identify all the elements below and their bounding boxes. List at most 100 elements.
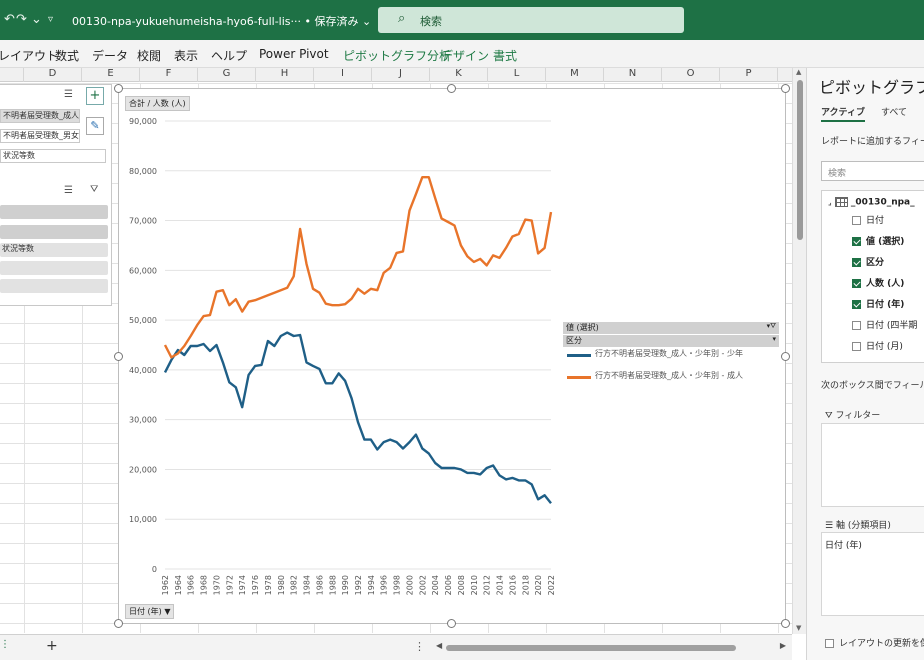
resize-handle[interactable] xyxy=(781,619,790,628)
y-tick-label: 60,000 xyxy=(129,266,157,275)
field-date-year[interactable]: 日付 (年) xyxy=(852,297,904,310)
checkbox[interactable] xyxy=(852,321,861,330)
field-bar[interactable] xyxy=(0,279,108,293)
column-header-j[interactable]: J xyxy=(372,68,430,82)
document-title[interactable]: 00130-npa-yukuehumeisha-hyo6-full-lis···… xyxy=(72,13,371,29)
sheet-tab-marker[interactable]: ⋮ xyxy=(0,639,10,650)
column-header-n[interactable]: N xyxy=(604,68,662,82)
list-icon[interactable]: ☰ xyxy=(64,89,73,100)
field-date-month[interactable]: 日付 (月) xyxy=(852,339,903,352)
pivot-chart[interactable]: 0 10,000 20,000 30,000 40,000 50,000 60,000 70,… xyxy=(118,88,786,624)
column-header-f[interactable]: F xyxy=(140,68,198,82)
axis-field-chip[interactable]: 日付 (年) xyxy=(825,538,862,551)
menu-design[interactable]: デザイン xyxy=(441,47,489,64)
filter-drop-area[interactable] xyxy=(821,423,924,507)
axis-field-button[interactable]: 日付 (年) ▼ xyxy=(125,604,175,619)
pane-title: ピボットグラフの xyxy=(819,78,924,97)
list-icon[interactable]: ☰ xyxy=(64,185,73,196)
scroll-left-icon[interactable]: ◀ xyxy=(436,641,442,650)
x-tick-label: 1976 xyxy=(251,575,260,595)
collapse-icon[interactable]: ⌟ xyxy=(828,198,832,207)
y-tick-label: 50,000 xyxy=(129,316,157,325)
column-header-g[interactable]: G xyxy=(198,68,256,82)
column-header-k[interactable]: K xyxy=(430,68,488,82)
legend-filter-value[interactable]: 値 (選択) ▾⛛ xyxy=(563,322,779,334)
checkbox-checked[interactable] xyxy=(852,258,861,267)
menu-formulas[interactable]: 数式 xyxy=(55,47,79,64)
checkbox[interactable] xyxy=(852,216,861,225)
quick-access-more-icon[interactable]: ▿ xyxy=(48,14,53,25)
field-count[interactable]: 人数 (人) xyxy=(852,276,904,289)
x-tick-label: 1970 xyxy=(212,575,221,595)
table-node[interactable]: ⌟ _00130_npa_ xyxy=(828,197,915,208)
scroll-thumb[interactable] xyxy=(446,645,736,651)
field-date-quarter[interactable]: 日付 (四半期 xyxy=(852,318,917,331)
column-header-i[interactable]: I xyxy=(314,68,372,82)
checkbox[interactable] xyxy=(852,342,861,351)
filter-dropdown-icon[interactable]: ▾⛛ xyxy=(767,322,776,331)
field-category[interactable]: 区分 xyxy=(852,255,884,268)
field-row[interactable]: 状況等数 xyxy=(0,149,106,163)
search-box[interactable]: ⌕ 検索 xyxy=(378,7,684,33)
defer-layout-update[interactable]: レイアウトの更新を保 xyxy=(825,636,924,649)
menu-format[interactable]: 書式 xyxy=(493,47,517,64)
field-value-select[interactable]: 値 (選択) xyxy=(852,234,904,247)
resize-handle[interactable] xyxy=(114,84,123,93)
resize-handle[interactable] xyxy=(447,84,456,93)
column-header-l[interactable]: L xyxy=(488,68,546,82)
menu-layout[interactable]: レイアウト xyxy=(0,47,58,64)
add-sheet-button[interactable]: + xyxy=(46,638,58,654)
field-row[interactable]: 不明者届受理数_男女別 xyxy=(0,129,80,143)
menu-power-pivot[interactable]: Power Pivot xyxy=(259,47,329,61)
tab-all[interactable]: すべて xyxy=(881,105,907,118)
menu-review[interactable]: 校閲 xyxy=(137,47,161,64)
resize-handle[interactable] xyxy=(447,619,456,628)
field-label: 日付 xyxy=(866,216,885,226)
add-icon[interactable]: + xyxy=(86,87,104,105)
more-options-icon[interactable]: ⋮ xyxy=(414,640,425,653)
horizontal-scrollbar[interactable]: ◀ ▶ xyxy=(436,641,786,653)
scroll-up-icon[interactable]: ▲ xyxy=(796,68,801,76)
menu-pivotchart-analyze[interactable]: ピボットグラフ分析 xyxy=(343,47,451,64)
checkbox-checked[interactable] xyxy=(852,300,861,309)
field-date[interactable]: 日付 xyxy=(852,213,884,226)
value-field-button[interactable]: 合計 / 人数 (人) xyxy=(125,96,190,111)
menu-view[interactable]: 表示 xyxy=(174,47,198,64)
menu-help[interactable]: ヘルプ xyxy=(211,47,247,64)
tab-active[interactable]: アクティブ xyxy=(821,105,866,122)
field-bar[interactable] xyxy=(0,261,108,275)
checkbox-checked[interactable] xyxy=(852,237,861,246)
legend-filter-category[interactable]: 区分 ▾ xyxy=(563,335,779,347)
resize-handle[interactable] xyxy=(781,84,790,93)
legend-item-youth[interactable]: 行方不明者届受理数_成人・少年別 - 少年 xyxy=(563,348,779,362)
scroll-thumb[interactable] xyxy=(797,80,803,240)
legend-swatch xyxy=(567,376,591,379)
checkbox[interactable] xyxy=(825,639,834,648)
menu-data[interactable]: データ xyxy=(92,47,128,64)
vertical-scrollbar[interactable]: ▲ ▼ xyxy=(792,68,806,634)
column-header-d[interactable]: D xyxy=(24,68,82,82)
dropdown-icon[interactable]: ▾ xyxy=(772,335,776,343)
column-header-e[interactable]: E xyxy=(82,68,140,82)
brush-icon[interactable]: ✎ xyxy=(86,117,104,135)
resize-handle[interactable] xyxy=(781,352,790,361)
scroll-down-icon[interactable]: ▼ xyxy=(796,624,801,632)
legend-item-adult[interactable]: 行方不明者届受理数_成人・少年別 - 成人 xyxy=(563,370,779,384)
undo-icon[interactable]: ↶ xyxy=(4,12,15,27)
field-search-input[interactable]: 検索 xyxy=(821,161,924,181)
column-header-m[interactable]: M xyxy=(546,68,604,82)
column-header[interactable] xyxy=(0,68,24,82)
checkbox-checked[interactable] xyxy=(852,279,861,288)
filter-clear-icon[interactable]: ⛛ xyxy=(90,184,98,195)
column-header-p[interactable]: P xyxy=(720,68,778,82)
field-row[interactable]: 不明者届受理数_成人・少 xyxy=(0,109,80,123)
scroll-right-icon[interactable]: ▶ xyxy=(780,641,786,650)
column-header-h[interactable]: H xyxy=(256,68,314,82)
field-bar[interactable]: 状況等数 xyxy=(0,243,108,257)
resize-handle[interactable] xyxy=(114,619,123,628)
redo-icon[interactable]: ↷ ⌄ xyxy=(16,12,42,27)
field-bar[interactable] xyxy=(0,205,108,219)
resize-handle[interactable] xyxy=(114,352,123,361)
column-header-o[interactable]: O xyxy=(662,68,720,82)
field-bar[interactable] xyxy=(0,225,108,239)
